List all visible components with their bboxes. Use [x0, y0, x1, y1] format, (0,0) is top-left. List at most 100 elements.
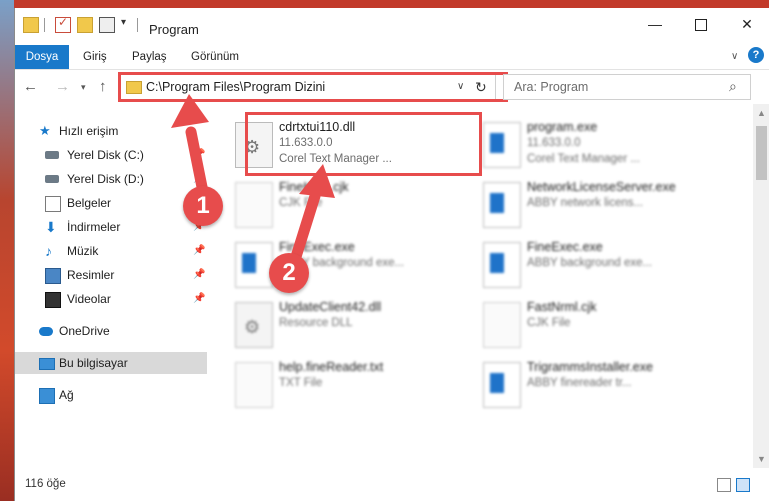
expand-ribbon-chevron-icon[interactable]: ∨	[731, 51, 738, 62]
search-input[interactable]: Ara: Program ⌕	[503, 74, 751, 100]
pictures-icon	[45, 268, 61, 284]
tab-share[interactable]: Paylaş	[132, 45, 167, 69]
exe-file-icon	[483, 182, 521, 228]
sidebar-item-label: Yerel Disk (D:)	[67, 172, 144, 186]
pin-icon[interactable]: 📌	[193, 240, 205, 262]
desktop-background	[0, 0, 14, 501]
sidebar-item-label: Videolar	[67, 292, 111, 306]
file-item[interactable]: help.fineReader.txt TXT File	[235, 358, 465, 414]
help-icon[interactable]: ?	[748, 47, 764, 63]
step-1-badge: 1	[183, 186, 223, 226]
scrollbar-thumb[interactable]	[756, 126, 767, 180]
tab-view[interactable]: Görünüm	[191, 45, 239, 69]
download-icon: ⬇	[45, 219, 57, 235]
separator	[137, 18, 138, 32]
exe-file-icon	[483, 362, 521, 408]
file-name: TrigrammsInstaller.exe	[527, 360, 653, 374]
sidebar-item-label: Müzik	[67, 244, 99, 258]
vertical-scrollbar[interactable]: ▲ ▼	[753, 104, 769, 468]
documents-icon	[45, 196, 61, 212]
separator	[44, 18, 45, 32]
exe-file-icon	[235, 242, 273, 288]
explorer-window: ▾ Program — ✕ Dosya Giriş Paylaş Görünüm…	[14, 8, 769, 501]
sidebar-item-downloads[interactable]: ⬇ İndirmeler 📌	[15, 216, 207, 238]
scroll-up-icon[interactable]: ▲	[757, 108, 766, 118]
text-file-icon	[235, 362, 273, 408]
sidebar-item-label: Resimler	[67, 268, 115, 282]
details-view-icon[interactable]	[717, 478, 731, 492]
sidebar-item-this-pc[interactable]: Bu bilgisayar	[15, 352, 207, 374]
onedrive-icon	[39, 327, 53, 336]
file-item[interactable]: TrigrammsInstaller.exe ABBY finereader t…	[483, 358, 713, 414]
tab-home[interactable]: Giriş	[83, 45, 107, 69]
file-item[interactable]: UpdateClient42.dll Resource DLL	[235, 298, 465, 354]
file-item[interactable]: program.exe 11.633.0.0 Corel Text Manage…	[483, 118, 713, 174]
sidebar-item-label: Hızlı erişim	[59, 124, 119, 138]
sidebar-item-music[interactable]: ♪ Müzik 📌	[15, 240, 207, 262]
quick-access-dropdown-icon[interactable]: ▾	[121, 17, 126, 28]
sidebar-item-label: Yerel Disk (C:)	[67, 148, 144, 162]
file-description: ABBY finereader tr...	[527, 377, 632, 389]
window-title: Program	[149, 22, 199, 37]
properties-check-icon[interactable]	[55, 15, 71, 33]
sidebar-item-onedrive[interactable]: OneDrive	[15, 320, 207, 342]
file-name: program.exe	[527, 120, 598, 134]
search-icon[interactable]: ⌕	[729, 78, 737, 95]
file-description: ABBY network licens...	[527, 197, 644, 209]
file-name: UpdateClient42.dll	[279, 300, 382, 314]
file-name: FastNrml.cjk	[527, 300, 597, 314]
forward-arrow-icon[interactable]: →	[55, 78, 70, 95]
file-version: 11.633.0.0	[527, 137, 581, 149]
file-type: TXT File	[279, 377, 323, 389]
search-placeholder: Ara: Program	[514, 80, 589, 94]
scroll-down-icon[interactable]: ▼	[757, 454, 766, 464]
drive-icon	[45, 151, 59, 159]
file-icon	[483, 302, 521, 348]
sidebar-item-network[interactable]: Ağ	[15, 384, 207, 406]
item-count: 116 öğe	[25, 478, 66, 490]
maximize-button[interactable]	[678, 8, 724, 40]
sidebar-item-label: Belgeler	[67, 196, 112, 210]
up-arrow-icon[interactable]: ↑	[99, 78, 107, 95]
large-icons-view-icon[interactable]	[736, 478, 750, 492]
new-folder-icon[interactable]	[77, 17, 93, 33]
pin-icon[interactable]: 📌	[193, 264, 205, 286]
drive-icon	[45, 175, 59, 183]
music-icon: ♪	[45, 243, 52, 259]
file-item[interactable]: FastNrml.cjk CJK File	[483, 298, 713, 354]
maximize-icon	[695, 19, 707, 32]
sidebar-item-label: OneDrive	[59, 324, 110, 338]
properties-icon[interactable]	[99, 17, 115, 33]
sidebar-item-label: Ağ	[59, 388, 74, 402]
tab-file[interactable]: Dosya	[15, 45, 69, 69]
videos-icon	[45, 292, 61, 308]
exe-file-icon	[483, 122, 521, 168]
star-icon: ★	[39, 123, 51, 138]
computer-icon	[39, 358, 55, 370]
recent-locations-chevron-icon[interactable]: ▾	[81, 82, 86, 93]
file-item[interactable]: NetworkLicenseServer.exe ABBY network li…	[483, 178, 713, 234]
folder-icon	[23, 17, 39, 33]
file-name: help.fineReader.txt	[279, 360, 384, 374]
sidebar-item-label: Bu bilgisayar	[59, 356, 128, 370]
back-arrow-icon[interactable]: ←	[23, 78, 38, 95]
file-type: Resource DLL	[279, 317, 353, 329]
status-bar: 116 öğe	[15, 471, 769, 501]
title-bar: ▾ Program — ✕	[15, 8, 769, 40]
file-name: NetworkLicenseServer.exe	[527, 180, 676, 194]
file-name: FineExec.exe	[527, 240, 603, 254]
sidebar-item-videos[interactable]: Videolar 📌	[15, 288, 207, 310]
sidebar-item-pictures[interactable]: Resimler 📌	[15, 264, 207, 286]
minimize-button[interactable]: —	[632, 8, 678, 40]
file-description: ABBY background exe...	[527, 257, 653, 269]
file-item[interactable]: FineExec.exe ABBY background exe...	[483, 238, 713, 294]
network-icon	[39, 388, 55, 404]
close-button[interactable]: ✕	[724, 8, 769, 40]
dll-file-icon	[235, 302, 273, 348]
step-2-badge: 2	[269, 253, 309, 293]
pin-icon[interactable]: 📌	[193, 288, 205, 310]
file-type: CJK File	[527, 317, 571, 329]
file-description: Corel Text Manager ...	[527, 153, 640, 165]
ribbon-tabs: Dosya Giriş Paylaş Görünüm	[15, 45, 769, 70]
exe-file-icon	[483, 242, 521, 288]
